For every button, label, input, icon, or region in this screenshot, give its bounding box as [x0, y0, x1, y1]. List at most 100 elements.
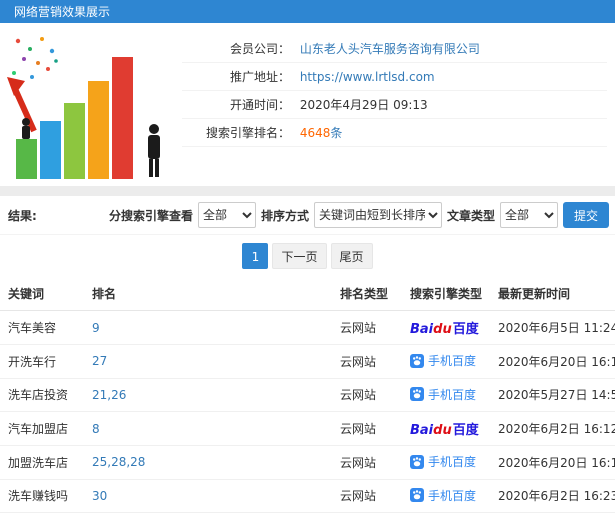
keyword-cell: 开洗车行 [0, 344, 84, 379]
mobile-baidu-badge: 手机百度 [410, 487, 476, 504]
member-info-rows: 会员公司： 山东老人头汽车服务咨询有限公司 推广地址： https://www.… [182, 29, 607, 186]
app-header: 网络营销效果展示 [0, 0, 615, 23]
confetti-dots [12, 37, 58, 79]
rank-cell: 27 [84, 344, 332, 379]
sort-select[interactable]: 关键词由短到长排序 [313, 202, 442, 228]
keyword-cell: 汽车美容 [0, 310, 84, 345]
rank-link[interactable]: 8 [92, 422, 100, 436]
engine-filter-select[interactable]: 全部 [197, 202, 256, 228]
company-name-link[interactable]: 山东老人头汽车服务咨询有限公司 [300, 42, 480, 56]
rank-link[interactable]: 9 [92, 321, 100, 335]
engine-cell: 手机百度 [402, 378, 490, 412]
filter-controls: 分搜索引擎查看 全部 排序方式 关键词由短到长排序 文章类型 全部 提交 [109, 202, 609, 228]
rank-count-unit: 条 [330, 126, 343, 140]
open-time-label: 开通时间： [229, 98, 290, 112]
engine-cell: Baidu百度 [402, 310, 490, 345]
updated-cell: 2020年6月5日 11:24 [490, 310, 615, 345]
article-type-label: 文章类型 [446, 208, 495, 223]
rank-count-number: 4648 [299, 126, 331, 140]
rank-type-cell: 云网站 [332, 512, 402, 520]
rank-cell: 8 [84, 411, 332, 446]
table-row: 汽车美容 9 云网站 Baidu百度 2020年6月5日 11:24 [0, 310, 615, 345]
keyword-cell: 汽车加盟店 [0, 411, 84, 446]
rising-arrow [7, 77, 37, 133]
rank-link[interactable]: 30 [92, 489, 107, 503]
col-header-keyword: 关键词 [0, 277, 84, 311]
rank-cell: 9 [84, 310, 332, 345]
engine-cell: 手机百度 [402, 445, 490, 480]
engine-cell: 手机百度 [402, 479, 490, 513]
rank-type-cell: 云网站 [332, 344, 402, 379]
updated-cell: 2020年6月2日 16:23 [490, 479, 615, 513]
table-row: 洗车赚钱吗 30 云网站 手机百度 2020年6月2日 16:23 [0, 479, 615, 513]
engine-cell: Baidu百度 [402, 411, 490, 446]
updated-cell: 2020年6月2日 16:12 [490, 411, 615, 446]
businessman-figure [148, 124, 160, 177]
keyword-ranking-table: 关键词 排名 排名类型 搜索引擎类型 最新更新时间 汽车美容 9 云网站 Bai… [0, 277, 615, 520]
next-page-button[interactable]: 下一页 [272, 243, 327, 269]
rank-type-cell: 云网站 [332, 479, 402, 513]
updated-cell: 2020年6月20日 16:11 [490, 445, 615, 480]
results-filter-bar: 结果: 分搜索引擎查看 全部 排序方式 关键词由短到长排序 文章类型 全部 提交 [0, 196, 615, 235]
updated-cell: 2020年6月18日 14:27 [490, 512, 615, 520]
rank-type-cell: 云网站 [332, 378, 402, 412]
rank-link[interactable]: 25,28,28 [92, 455, 145, 469]
rank-count-label: 搜索引擎排名： [205, 126, 290, 140]
rank-type-cell: 云网站 [332, 411, 402, 446]
keyword-cell: 洗车赚钱吗 [0, 479, 84, 513]
sort-label: 排序方式 [260, 208, 309, 223]
keyword-cell: 洗车店利润 [0, 512, 84, 520]
table-row: 加盟洗车店 25,28,28 云网站 手机百度 2020年6月20日 16:11 [0, 445, 615, 480]
table-row: 汽车加盟店 8 云网站 Baidu百度 2020年6月2日 16:12 [0, 411, 615, 446]
bars [16, 57, 133, 179]
section-divider [0, 186, 615, 196]
mobile-baidu-icon [410, 353, 424, 368]
page-1-button[interactable]: 1 [242, 243, 269, 269]
table-row: 开洗车行 27 云网站 手机百度 2020年6月20日 16:16 [0, 344, 615, 379]
results-label: 结果: [8, 208, 37, 223]
rank-cell: 21,26 [84, 378, 332, 412]
rank-link[interactable]: 21,26 [92, 388, 126, 402]
promo-url-label: 推广地址： [229, 70, 290, 84]
col-header-engine-type: 搜索引擎类型 [402, 277, 490, 311]
table-row: 洗车店投资 21,26 云网站 手机百度 2020年5月27日 14:58 [0, 378, 615, 412]
info-row-company: 会员公司： 山东老人头汽车服务咨询有限公司 [182, 35, 607, 63]
engine-cell: 手机百度 [402, 344, 490, 379]
rank-type-cell: 云网站 [332, 310, 402, 345]
rank-cell: 30 [84, 479, 332, 513]
results-section: 结果: 分搜索引擎查看 全部 排序方式 关键词由短到长排序 文章类型 全部 提交… [0, 196, 615, 520]
info-row-rank-count: 搜索引擎排名： 4648条 [182, 119, 607, 147]
engine-cell: 手机百度 [402, 512, 490, 520]
rank-cell: 30 [84, 512, 332, 520]
open-time-value: 2020年4月29日 09:13 [299, 98, 428, 112]
article-type-select[interactable]: 全部 [499, 202, 558, 228]
keyword-cell: 加盟洗车店 [0, 445, 84, 480]
member-info-panel: 会员公司： 山东老人头汽车服务咨询有限公司 推广地址： https://www.… [0, 23, 615, 186]
company-label: 会员公司： [229, 42, 290, 56]
keyword-cell: 洗车店投资 [0, 378, 84, 412]
baidu-logo: Baidu百度 [410, 423, 479, 438]
rank-link[interactable]: 27 [92, 354, 107, 368]
mobile-baidu-icon [410, 454, 424, 469]
mobile-baidu-badge: 手机百度 [410, 352, 476, 369]
table-row: 洗车店利润 30 云网站 手机百度 2020年6月18日 14:27 [0, 512, 615, 520]
mobile-baidu-badge: 手机百度 [410, 386, 476, 403]
last-page-button[interactable]: 尾页 [330, 243, 373, 269]
mobile-baidu-badge: 手机百度 [410, 453, 476, 470]
col-header-rank: 排名 [84, 277, 332, 311]
small-person-figure [22, 118, 30, 139]
engine-filter-label: 分搜索引擎查看 [108, 208, 193, 223]
submit-button[interactable]: 提交 [562, 202, 609, 228]
chart-illustration [4, 29, 182, 186]
rank-type-cell: 云网站 [332, 445, 402, 480]
updated-cell: 2020年6月20日 16:16 [490, 344, 615, 379]
page-title: 网络营销效果展示 [14, 5, 111, 19]
mobile-baidu-icon [410, 488, 424, 502]
col-header-updated: 最新更新时间 [490, 277, 615, 311]
info-row-open-time: 开通时间： 2020年4月29日 09:13 [182, 91, 607, 119]
baidu-logo: Baidu百度 [410, 322, 479, 337]
promo-url-link[interactable]: https://www.lrtlsd.com [300, 70, 435, 84]
table-header-row: 关键词 排名 排名类型 搜索引擎类型 最新更新时间 [0, 277, 615, 311]
updated-cell: 2020年5月27日 14:58 [490, 378, 615, 412]
mobile-baidu-icon [410, 387, 424, 401]
